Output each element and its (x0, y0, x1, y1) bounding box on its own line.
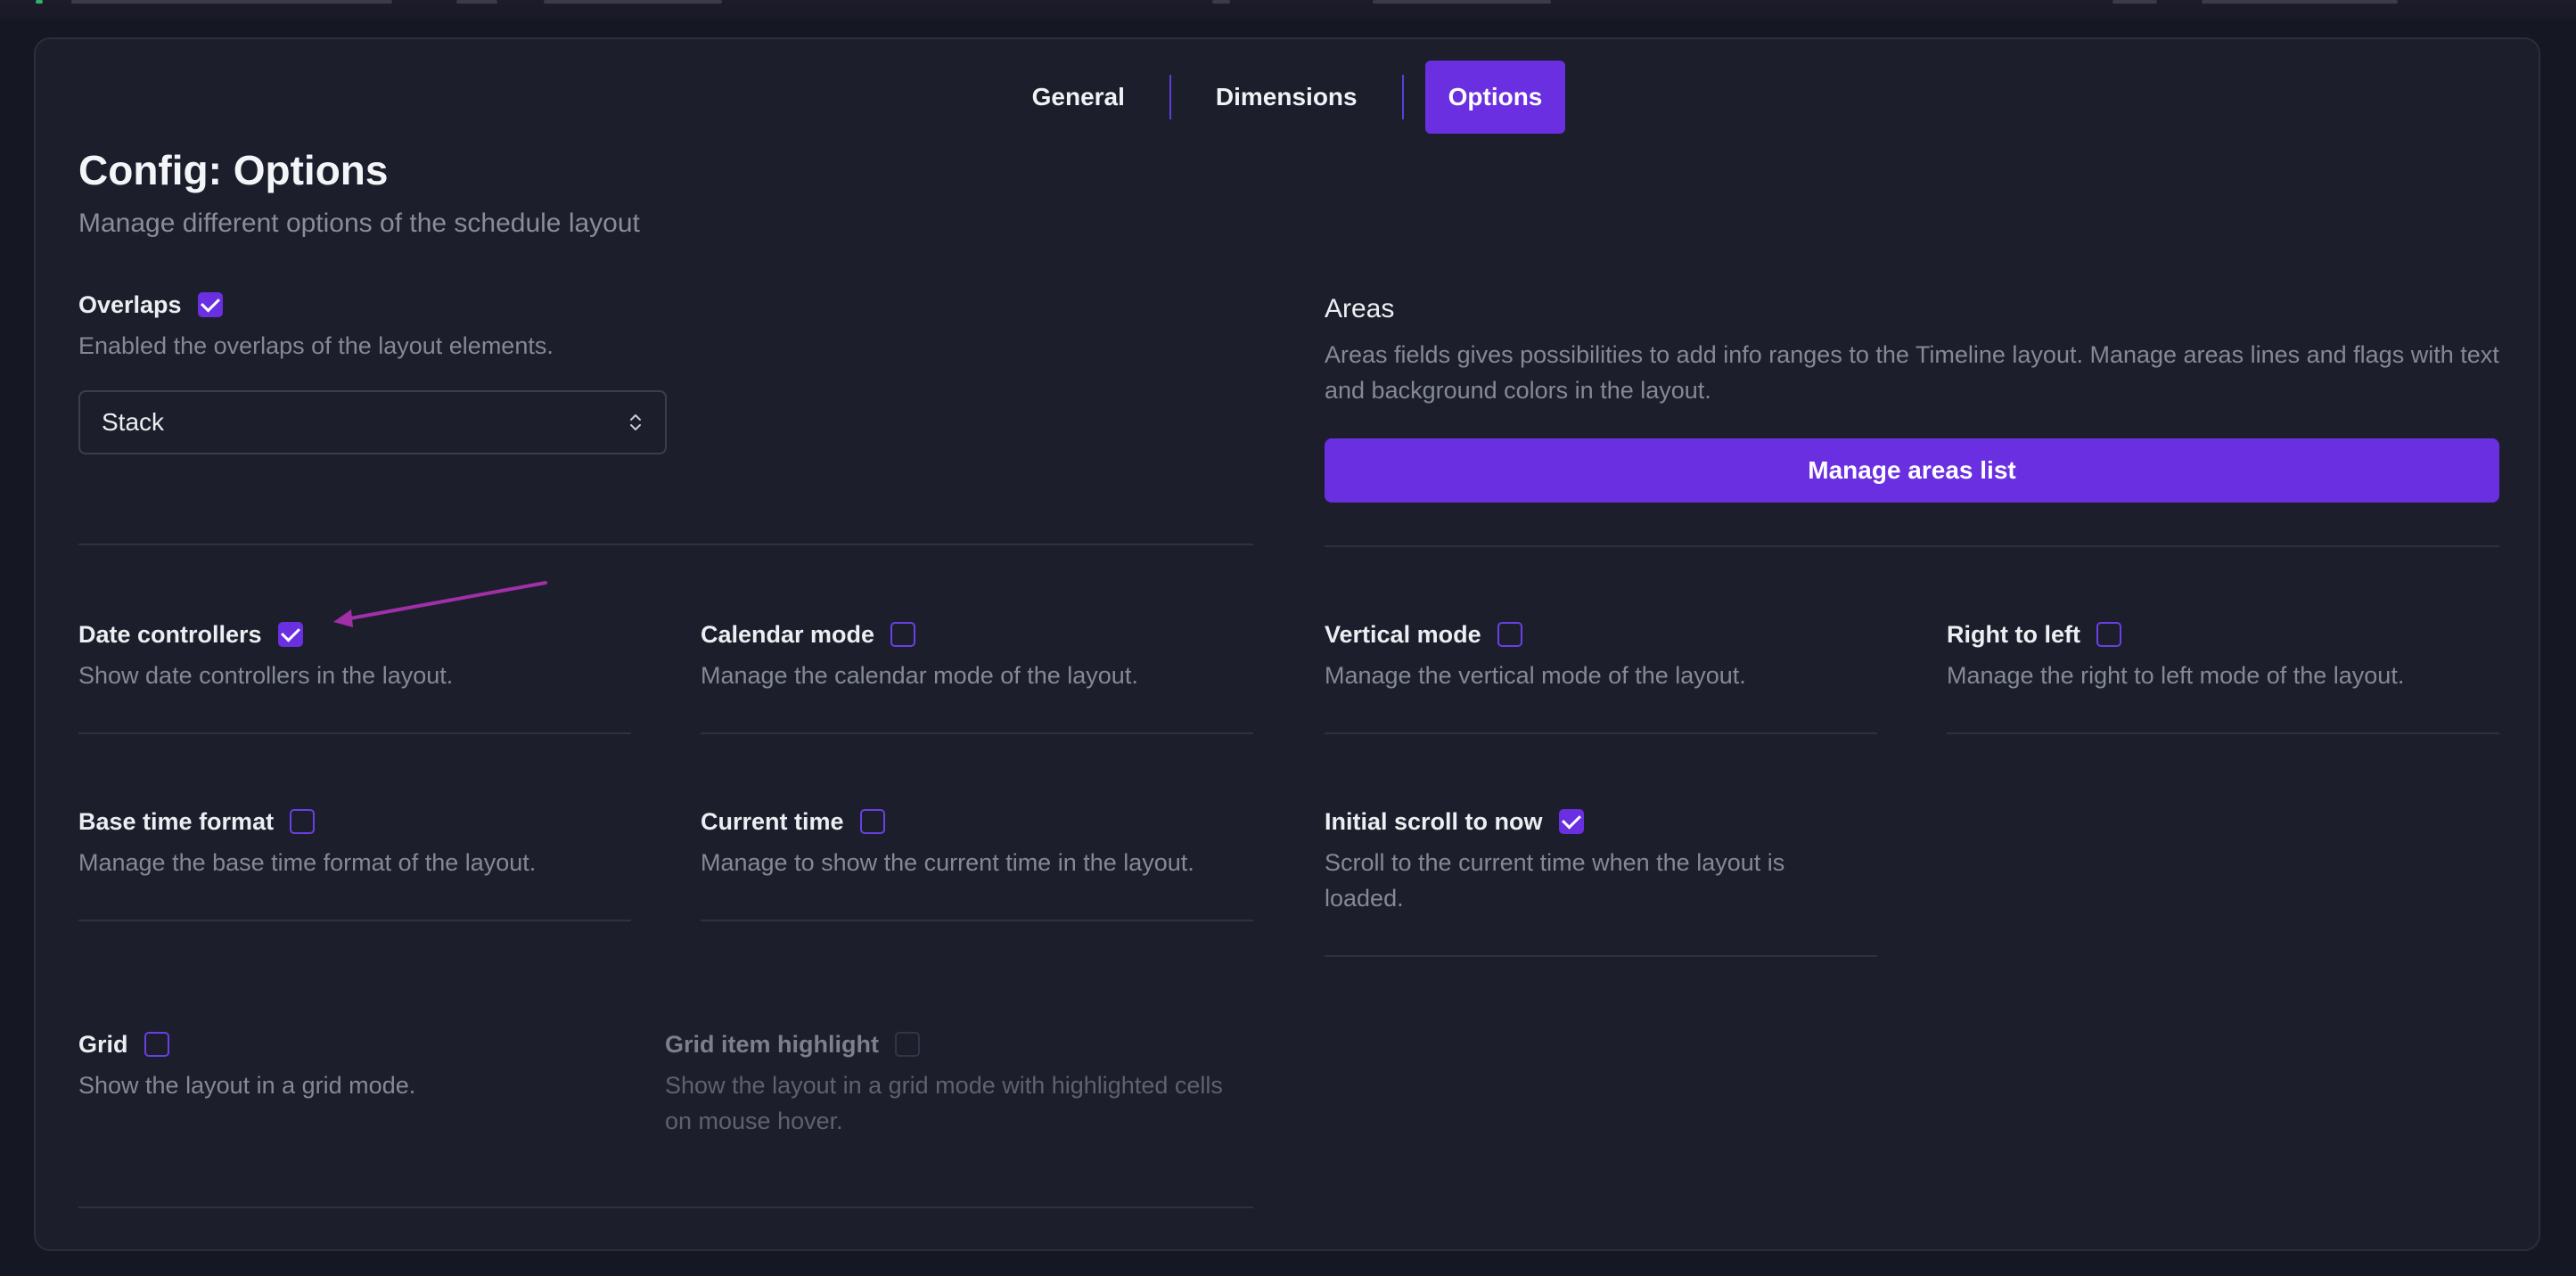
tab-separator (1169, 75, 1171, 119)
option-grid-item-highlight: Grid item highlight Show the layout in a… (665, 1028, 1253, 1139)
top-item (544, 0, 722, 4)
base-time-format-checkbox[interactable] (290, 809, 316, 834)
tab-options[interactable]: Options (1424, 61, 1566, 134)
overlaps-checkbox[interactable] (197, 292, 223, 317)
option-description: Manage the calendar mode of the layout. (701, 662, 1138, 689)
divider (78, 544, 1253, 545)
divider (78, 1206, 1253, 1208)
divider (701, 920, 1253, 921)
divider (701, 732, 1253, 734)
option-current-time: Current time Manage to show the current … (701, 806, 1194, 880)
calendar-mode-checkbox[interactable] (890, 622, 916, 647)
option-right-to-left: Right to left Manage the right to left m… (1947, 618, 2404, 693)
option-vertical-mode: Vertical mode Manage the vertical mode o… (1325, 618, 1746, 693)
option-label: Date controllers (78, 620, 262, 648)
option-label: Right to left (1947, 620, 2080, 648)
right-to-left-checkbox[interactable] (2096, 622, 2121, 647)
chevron-up-down-icon (630, 414, 641, 430)
top-item (2202, 0, 2398, 4)
option-calendar-mode: Calendar mode Manage the calendar mode o… (701, 618, 1138, 693)
option-description: Show the layout in a grid mode with high… (665, 1072, 1223, 1134)
grid-item-highlight-checkbox (894, 1032, 920, 1057)
status-dot (36, 0, 43, 4)
option-label: Overlaps (78, 290, 182, 318)
current-time-checkbox[interactable] (859, 809, 885, 834)
option-label: Grid item highlight (665, 1030, 879, 1058)
select-value: Stack (102, 408, 165, 436)
divider (78, 732, 631, 734)
top-item (1212, 0, 1230, 4)
divider (1325, 955, 1877, 957)
option-description: Enabled the overlaps of the layout eleme… (78, 332, 554, 359)
option-description: Manage the base time format of the layou… (78, 849, 537, 876)
option-label: Initial scroll to now (1325, 807, 1543, 835)
top-item (456, 0, 497, 4)
option-initial-scroll-to-now: Initial scroll to now Scroll to the curr… (1325, 806, 1859, 916)
option-description: Show date controllers in the layout. (78, 662, 454, 689)
tab-separator (1401, 75, 1404, 119)
option-label: Grid (78, 1030, 128, 1058)
options-panel: General Dimensions Options Config: Optio… (34, 37, 2540, 1251)
option-label: Current time (701, 807, 844, 835)
option-label: Vertical mode (1325, 620, 1481, 648)
divider (1325, 545, 2499, 547)
initial-scroll-checkbox[interactable] (1558, 809, 1584, 834)
option-description: Show the layout in a grid mode. (78, 1072, 416, 1099)
tab-general[interactable]: General (1009, 61, 1148, 134)
areas-title: Areas (1325, 294, 1395, 323)
option-overlaps: Overlaps Enabled the overlaps of the lay… (78, 289, 554, 364)
divider (78, 920, 631, 921)
option-description: Scroll to the current time when the layo… (1325, 849, 1785, 912)
tab-dimensions[interactable]: Dimensions (1193, 61, 1381, 134)
top-item (71, 0, 392, 4)
divider (1947, 732, 2499, 734)
option-grid: Grid Show the layout in a grid mode. (78, 1028, 415, 1103)
divider (1325, 732, 1877, 734)
option-label: Calendar mode (701, 620, 875, 648)
option-description: Manage the right to left mode of the lay… (1947, 662, 2405, 689)
option-label: Base time format (78, 807, 275, 835)
manage-areas-button[interactable]: Manage areas list (1325, 438, 2499, 503)
page-subtitle: Manage different options of the schedule… (78, 209, 640, 238)
areas-description: Areas fields gives possibilities to add … (1325, 341, 2499, 404)
top-strip (0, 0, 2576, 20)
date-controllers-checkbox[interactable] (277, 622, 303, 647)
overlaps-mode-select[interactable]: Stack (78, 390, 667, 454)
grid-checkbox[interactable] (144, 1032, 169, 1057)
option-description: Manage to show the current time in the l… (701, 849, 1194, 876)
option-description: Manage the vertical mode of the layout. (1325, 662, 1746, 689)
page-title: Config: Options (78, 147, 389, 193)
annotation-arrow-icon (333, 581, 547, 627)
top-item (1373, 0, 1551, 4)
vertical-mode-checkbox[interactable] (1497, 622, 1522, 647)
tab-bar: General Dimensions Options (36, 61, 2539, 134)
top-item (2112, 0, 2157, 4)
option-base-time-format: Base time format Manage the base time fo… (78, 806, 536, 880)
